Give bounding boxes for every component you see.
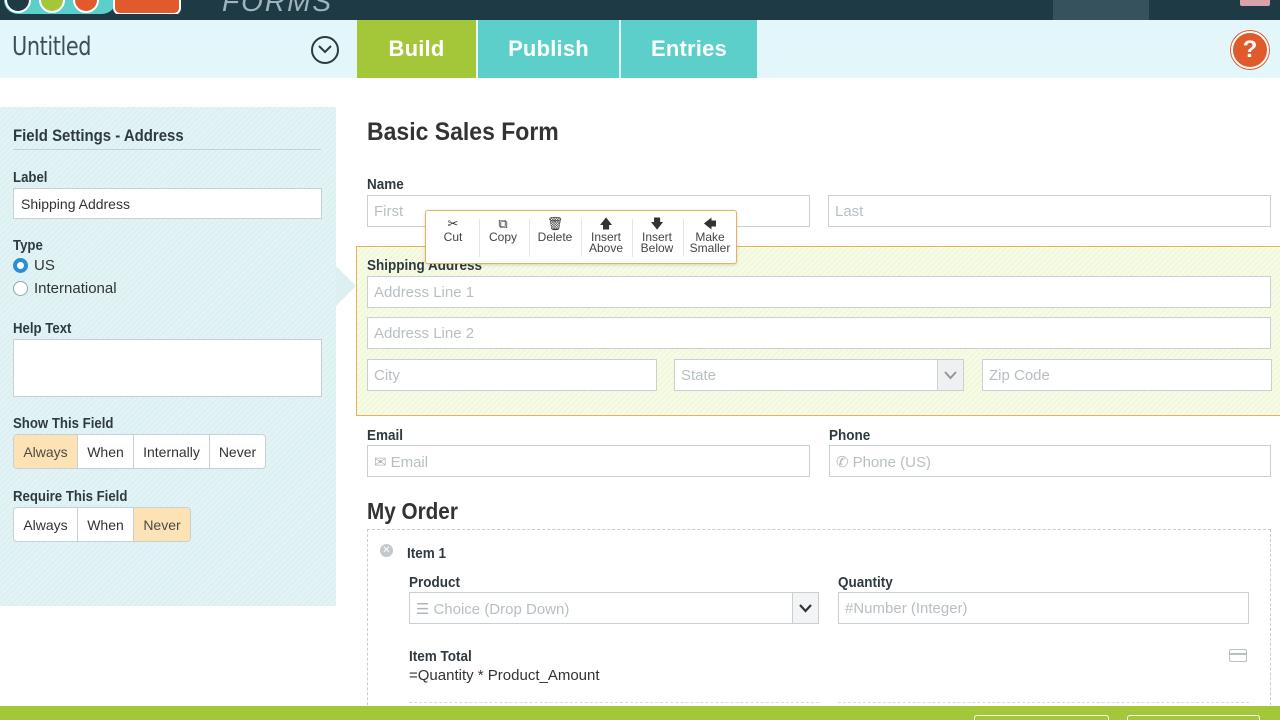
show-never-button[interactable]: Never <box>210 435 265 468</box>
remove-item-icon[interactable]: ✕ <box>380 544 393 557</box>
chevron-down-icon[interactable] <box>937 359 964 391</box>
require-field-toggle: Always When Never <box>13 507 191 542</box>
name-label: Name <box>367 176 404 193</box>
chevron-down-icon[interactable] <box>792 592 819 624</box>
show-field-title: Show This Field <box>13 415 114 432</box>
chevron-down-icon[interactable] <box>311 36 339 64</box>
email-placeholder: Email <box>390 454 429 471</box>
toolbar-divider <box>529 219 530 257</box>
require-field-title: Require This Field <box>13 488 128 505</box>
state-select[interactable]: State <box>674 359 938 391</box>
product-label: Product <box>409 574 461 591</box>
help-text-title: Help Text <box>13 320 72 337</box>
toolbar-divider <box>683 219 684 257</box>
require-when-button[interactable]: When <box>78 508 134 541</box>
order-item-repeater[interactable] <box>367 529 1271 720</box>
insert-above-label-2: Above <box>588 241 624 255</box>
label-input[interactable]: Shipping Address <box>13 188 322 219</box>
email-label: Email <box>367 427 404 444</box>
item-total-formula: =Quantity * Product_Amount <box>409 667 600 684</box>
footer-button[interactable] <box>1127 715 1260 720</box>
copy-icon: ⧉ <box>498 216 508 231</box>
radio-unselected-icon[interactable] <box>13 281 28 296</box>
help-text-textarea[interactable] <box>13 339 322 397</box>
toolbar-divider <box>581 219 582 257</box>
form-heading[interactable]: Basic Sales Form <box>367 118 559 147</box>
order-heading[interactable]: My Order <box>367 498 458 525</box>
delete-button[interactable]: 🗑 Delete <box>534 217 576 259</box>
insert-above-button[interactable]: 🡅 Insert Above <box>585 217 627 259</box>
city-input[interactable]: City <box>367 359 657 391</box>
last-name-input[interactable]: Last <box>828 195 1271 227</box>
logo-icon <box>4 0 181 14</box>
cut-button[interactable]: ✂ Cut <box>434 217 472 259</box>
flag-icon[interactable] <box>1240 0 1270 6</box>
top-bar: FORMS <box>0 0 1280 20</box>
settings-heading: Field Settings - Address <box>13 126 184 145</box>
toolbar-divider <box>632 219 633 257</box>
address-line2-input[interactable]: Address Line 2 <box>367 317 1271 349</box>
divider <box>13 149 321 150</box>
arrow-up-icon: 🡅 <box>599 216 613 231</box>
type-title: Type <box>13 237 43 254</box>
radio-label: US <box>34 257 55 274</box>
require-always-button[interactable]: Always <box>14 508 78 541</box>
show-always-button[interactable]: Always <box>14 435 78 468</box>
radio-selected-icon[interactable] <box>13 258 28 273</box>
envelope-icon: ✉ <box>374 454 387 471</box>
quantity-placeholder: Number (Integer) <box>853 600 968 617</box>
list-icon: ☰ <box>416 601 430 618</box>
product-select[interactable]: ☰ Choice (Drop Down) <box>409 592 793 624</box>
cut-icon: ✂ <box>447 216 459 231</box>
arrow-down-icon: 🡇 <box>650 216 664 231</box>
phone-icon: ✆ <box>836 454 849 471</box>
form-title[interactable]: Untitled <box>12 32 91 62</box>
make-smaller-label-2: Smaller <box>689 241 731 255</box>
show-internally-button[interactable]: Internally <box>134 435 210 468</box>
credit-card-icon <box>1229 649 1247 662</box>
copy-button[interactable]: ⧉ Copy <box>484 217 522 259</box>
delete-label: Delete <box>537 230 573 244</box>
type-radio-us[interactable]: US <box>13 257 133 275</box>
phone-input[interactable]: ✆ Phone (US) <box>829 445 1271 477</box>
panel-pointer <box>336 266 356 306</box>
tab-entries[interactable]: Entries <box>621 20 757 78</box>
cut-label: Cut <box>443 230 463 244</box>
phone-placeholder: Phone (US) <box>852 454 931 471</box>
label-title: Label <box>13 169 48 186</box>
product-placeholder: Choice (Drop Down) <box>433 601 570 618</box>
radio-label: International <box>34 280 117 297</box>
require-never-button[interactable]: Never <box>134 508 190 541</box>
insert-below-button[interactable]: 🡇 Insert Below <box>636 217 678 259</box>
email-input[interactable]: ✉ Email <box>367 445 810 477</box>
account-menu[interactable] <box>1053 0 1149 20</box>
item-total-label: Item Total <box>409 648 472 665</box>
insert-below-label-2: Below <box>640 241 674 255</box>
quantity-label: Quantity <box>838 574 893 591</box>
toolbar-divider <box>479 219 480 257</box>
tab-publish[interactable]: Publish <box>478 20 619 78</box>
show-when-button[interactable]: When <box>78 435 134 468</box>
type-radio-international[interactable]: International <box>13 280 153 298</box>
help-button[interactable]: ? <box>1231 31 1269 69</box>
address-line1-input[interactable]: Address Line 1 <box>367 276 1271 308</box>
zip-code-input[interactable]: Zip Code <box>982 359 1272 391</box>
brand-text: FORMS <box>222 0 334 17</box>
tab-build[interactable]: Build <box>357 20 476 78</box>
delete-icon: 🗑 <box>546 216 564 231</box>
arrow-left-icon: 🡄 <box>703 216 717 231</box>
copy-label: Copy <box>488 230 517 244</box>
field-context-toolbar: ✂ Cut ⧉ Copy 🗑 Delete 🡅 Insert Above 🡇 I… <box>425 210 737 264</box>
footer-button[interactable] <box>974 715 1109 720</box>
item-title: Item 1 <box>407 545 447 562</box>
show-field-toggle: Always When Internally Never <box>13 434 266 469</box>
quantity-input[interactable]: #Number (Integer) <box>838 592 1249 624</box>
make-smaller-button[interactable]: 🡄 Make Smaller <box>687 217 733 259</box>
phone-label: Phone <box>829 427 871 444</box>
